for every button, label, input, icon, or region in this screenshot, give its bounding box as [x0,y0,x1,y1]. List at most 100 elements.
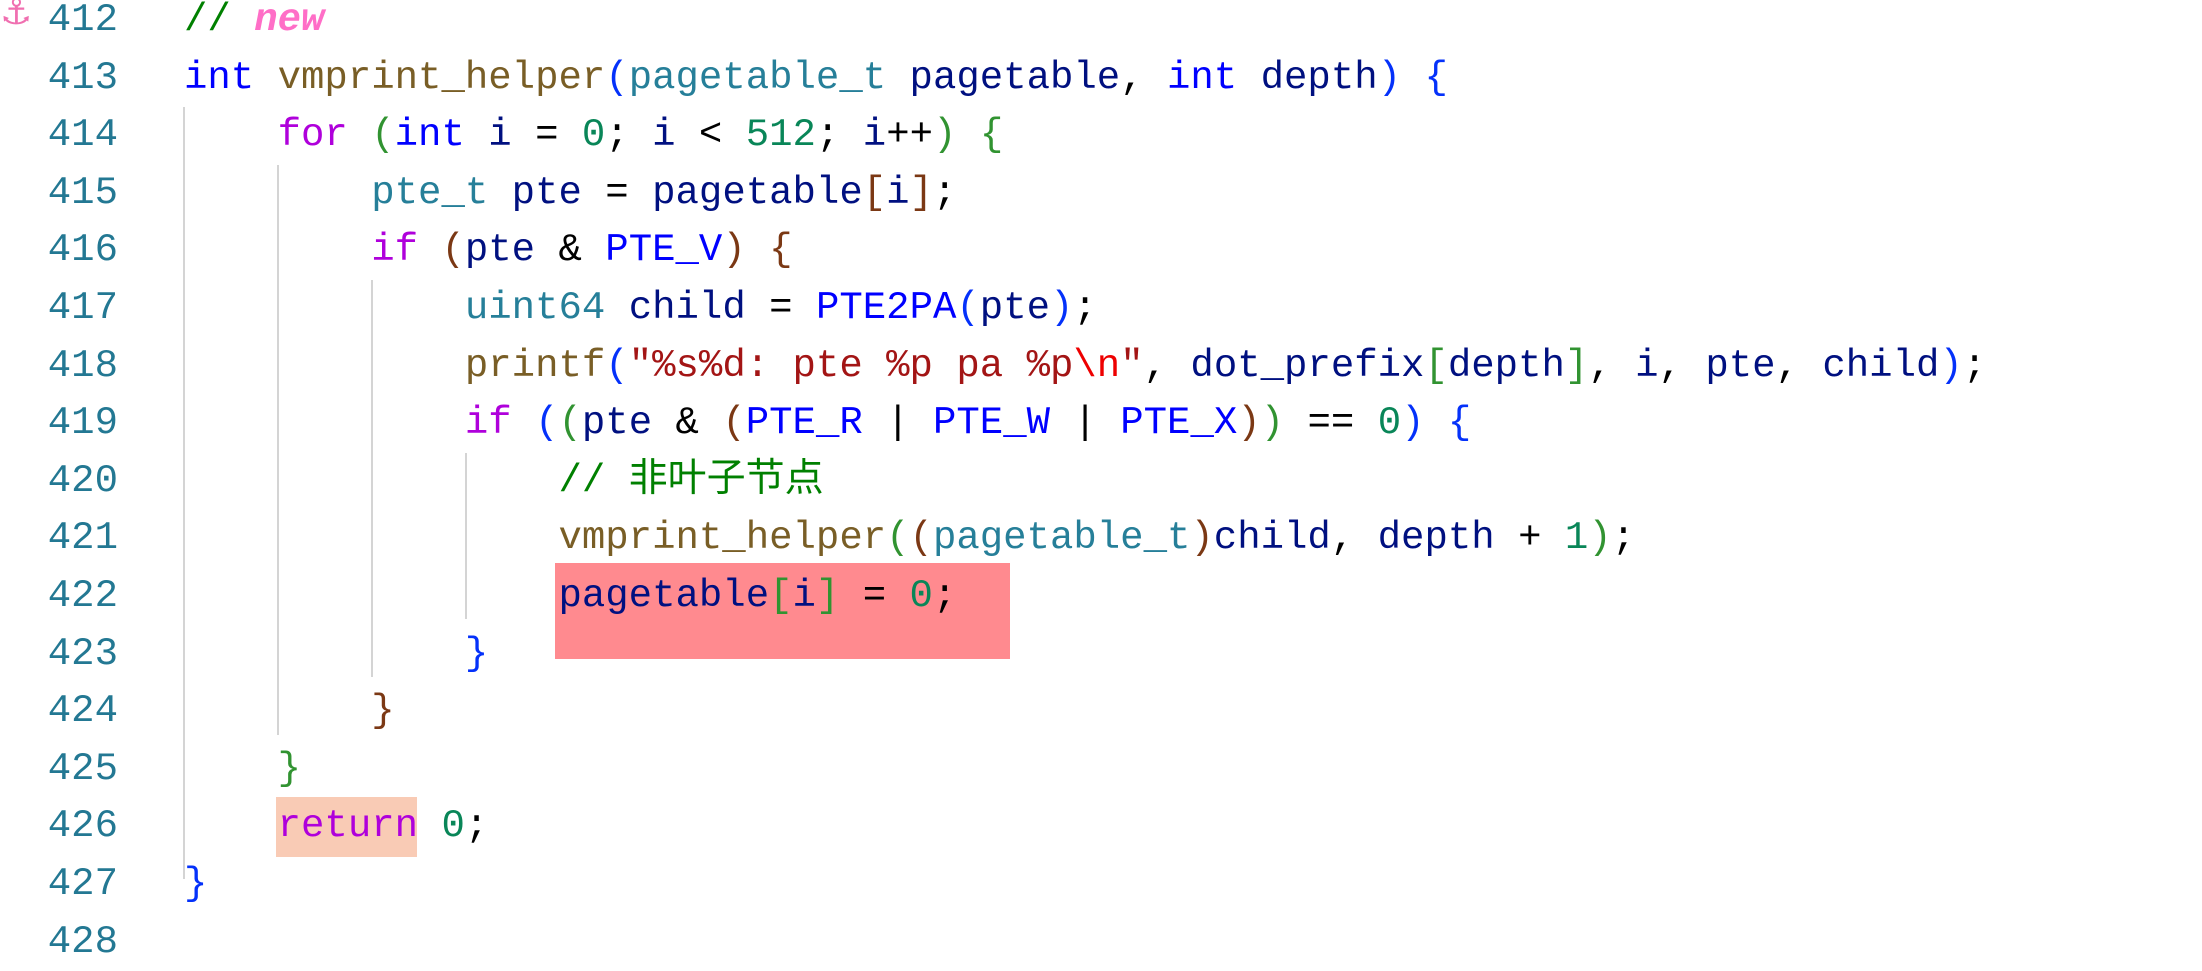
line-code[interactable]: } [184,626,488,684]
line-code[interactable]: if (pte & PTE_V) { [184,222,793,280]
token-b3: ) [1237,401,1260,445]
code-line[interactable]: 427} [0,856,2202,914]
token-op [1237,56,1260,100]
code-line[interactable]: 425 } [0,741,2202,799]
token-ctl: if [371,228,418,272]
token-var: pagetable [652,171,863,215]
token-b3: ) [722,228,745,272]
token-b1: } [465,632,488,676]
line-code[interactable]: pte_t pte = pagetable[i]; [184,165,956,223]
token-op: = [582,171,652,215]
line-number: 425 [0,741,118,799]
code-line[interactable]: 428 [0,914,2202,971]
token-num: 0 [1378,401,1401,445]
token-op: ++ [886,113,933,157]
code-line[interactable]: 416 if (pte & PTE_V) { [0,222,2202,280]
line-number: 424 [0,683,118,741]
code-line[interactable]: 419 if ((pte & (PTE_R | PTE_W | PTE_X)) … [0,395,2202,453]
token-op: == [1284,401,1378,445]
token-ctl: if [465,401,512,445]
token-op: < [676,113,746,157]
line-code[interactable]: printf("%s%d: pte %p pa %p\n", dot_prefi… [184,338,1986,396]
line-code[interactable]: // new [184,0,324,50]
line-code[interactable]: // 非叶子节点 [184,453,824,511]
line-number: 427 [0,856,118,914]
token-b2: } [278,747,301,791]
token-var: i [1635,344,1658,388]
token-var: i [863,113,886,157]
token-op: = [746,286,816,330]
code-line[interactable]: 426 return 0; [0,798,2202,856]
token-op: & [535,228,605,272]
line-code[interactable]: if ((pte & (PTE_R | PTE_W | PTE_X)) == 0… [184,395,1471,453]
line-number: 428 [0,914,118,971]
code-line[interactable]: 424 } [0,683,2202,741]
token-var: child [1214,516,1331,560]
code-line[interactable]: 414 for (int i = 0; i < 512; i++) { [0,107,2202,165]
token-var: i [793,574,816,618]
token-mac: PTE_X [1120,401,1237,445]
token-str: "%s%d: pte %p pa %p [629,344,1074,388]
line-code[interactable]: int vmprint_helper(pagetable_t pagetable… [184,50,1448,108]
token-b2: ) [1588,516,1611,560]
line-code[interactable]: } [184,856,207,914]
token-ty: pte_t [371,171,488,215]
token-mac: PTE_W [933,401,1050,445]
code-line[interactable]: 412// new [0,0,2202,50]
code-line[interactable]: 421 vmprint_helper((pagetable_t)child, d… [0,510,2202,568]
token-op: , [1776,344,1823,388]
code-line[interactable]: 413 int vmprint_helper(pagetable_t pageta… [0,50,2202,108]
token-b3: ] [910,171,933,215]
token-b2: ( [371,113,394,157]
token-var: dot_prefix [1190,344,1424,388]
token-op: , [1144,344,1191,388]
line-code[interactable]: pagetable[i] = 0; [184,568,956,626]
code-line[interactable]: 417 uint64 child = PTE2PA(pte); [0,280,2202,338]
line-code[interactable]: vmprint_helper((pagetable_t)child, depth… [184,510,1635,568]
token-var: child [629,286,746,330]
token-op: = [512,113,582,157]
token-num: 0 [441,804,464,848]
token-op: ; [1963,344,1986,388]
token-var: i [652,113,675,157]
code-editor[interactable]: ⚓ 412// new413 int vmprint_helper(pagetab… [0,0,2202,971]
code-line[interactable]: 423 } [0,626,2202,684]
line-code[interactable]: for (int i = 0; i < 512; i++) { [184,107,1003,165]
token-b3: { [769,228,792,272]
token-mac: PTE2PA [816,286,956,330]
token-num: 0 [582,113,605,157]
line-number: 423 [0,626,118,684]
token-fn: vmprint_helper [558,516,886,560]
token-num: 0 [910,574,933,618]
token-b2: ] [816,574,839,618]
token-var: depth [1378,516,1495,560]
token-b1: } [184,862,207,906]
token-num: 1 [1565,516,1588,560]
code-line[interactable]: 415 pte_t pte = pagetable[i]; [0,165,2202,223]
token-var: pagetable [910,56,1121,100]
code-line[interactable]: 420 // 非叶子节点 [0,453,2202,511]
token-var: i [488,113,511,157]
code-line[interactable]: 418 printf("%s%d: pte %p pa %p\n", dot_p… [0,338,2202,396]
token-var: pte [465,228,535,272]
token-b1: ( [605,344,628,388]
token-op: ; [1073,286,1096,330]
line-code[interactable]: uint64 child = PTE2PA(pte); [184,280,1097,338]
line-code[interactable]: } [184,683,395,741]
token-op [418,228,441,272]
line-number: 417 [0,280,118,338]
line-number: 416 [0,222,118,280]
line-code[interactable]: return 0; [184,798,488,856]
token-b3: ( [441,228,464,272]
token-ctl: return [278,804,418,848]
token-var: pte [582,401,652,445]
token-b2: { [980,113,1003,157]
line-number: 413 [0,50,118,108]
token-op: ; [933,574,956,618]
line-code[interactable]: } [184,741,301,799]
token-op [886,56,909,100]
code-line[interactable]: 422 pagetable[i] = 0; [0,568,2202,626]
token-op: , [1588,344,1635,388]
token-b2: ) [1261,401,1284,445]
anchor-icon[interactable]: ⚓ [0,0,32,38]
